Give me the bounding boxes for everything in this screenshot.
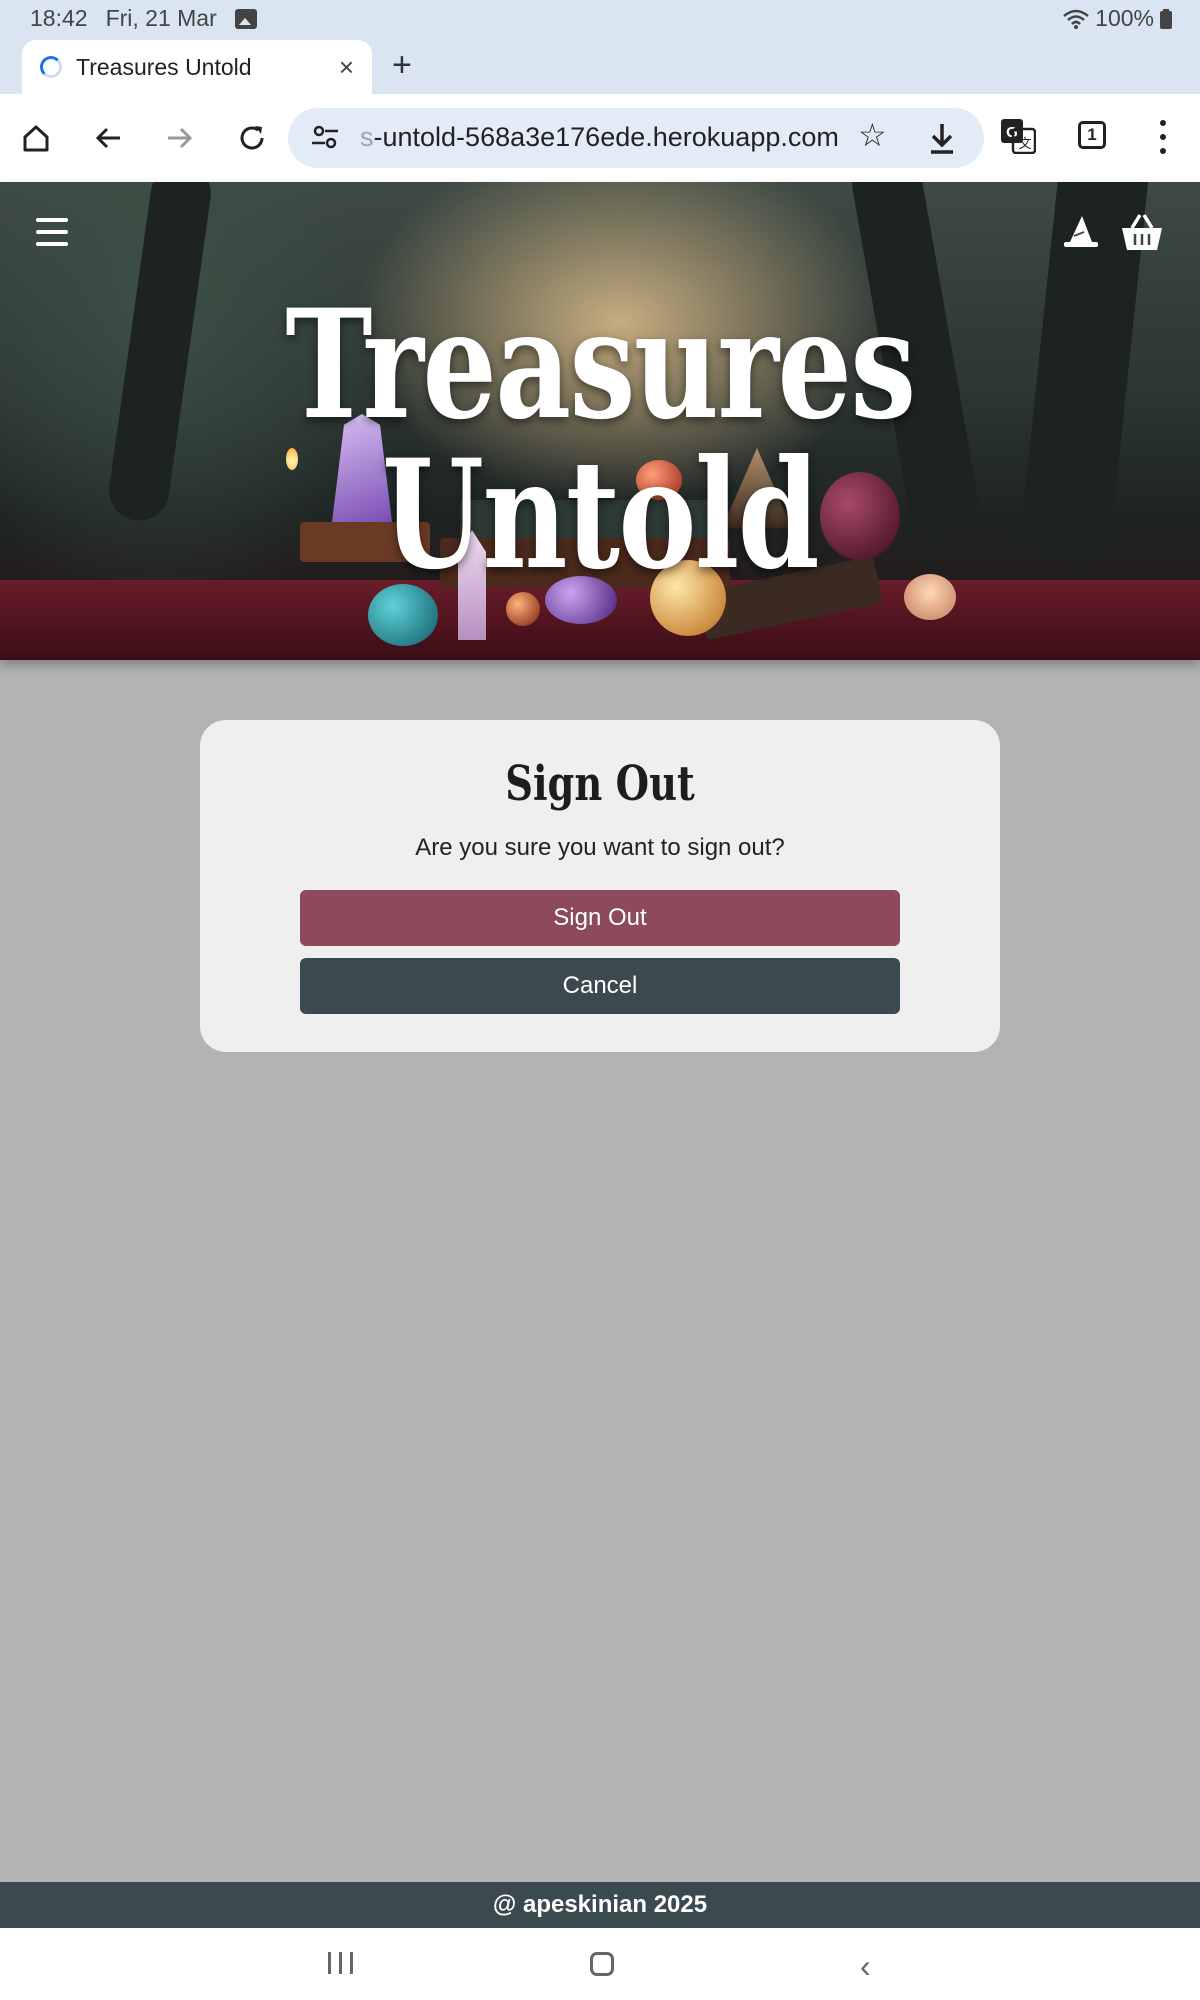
back-icon[interactable] — [86, 116, 130, 160]
tab-switcher-icon[interactable]: 1 — [1078, 121, 1106, 149]
new-tab-icon[interactable]: + — [392, 46, 412, 85]
sign-out-button[interactable]: Sign Out — [300, 890, 900, 946]
loading-spinner-icon — [40, 56, 62, 78]
home-nav-icon[interactable] — [590, 1952, 614, 1976]
forward-icon[interactable] — [158, 116, 202, 160]
hamburger-menu-icon[interactable] — [36, 218, 68, 246]
url-text[interactable]: s-untold-568a3e176ede.herokuapp.com — [360, 122, 839, 153]
wifi-icon — [1063, 9, 1089, 29]
browser-tab-strip: Treasures Untold × + — [0, 36, 1200, 94]
translate-icon[interactable]: G 文 — [1000, 118, 1036, 154]
battery-level: 100% — [1095, 5, 1154, 31]
svg-text:文: 文 — [1018, 137, 1031, 152]
url-value: -untold-568a3e176ede.herokuapp.com — [373, 122, 839, 152]
site-settings-icon[interactable] — [310, 122, 340, 152]
hero-banner: Treasures Untold — [0, 182, 1200, 660]
reload-icon[interactable] — [230, 116, 274, 160]
close-tab-icon[interactable]: × — [339, 52, 354, 83]
home-icon[interactable] — [14, 116, 58, 160]
back-nav-icon[interactable]: ‹ — [860, 1948, 871, 1985]
status-time: 18:42 — [30, 5, 88, 31]
more-menu-icon[interactable] — [1158, 120, 1168, 154]
wizard-hat-icon[interactable] — [1062, 214, 1100, 250]
recents-icon[interactable] — [328, 1952, 353, 1974]
status-bar: 18:42 Fri, 21 Mar 100% — [0, 0, 1200, 36]
tab-count: 1 — [1087, 125, 1097, 144]
site-footer: @ apeskinian 2025 — [0, 1882, 1200, 1928]
cancel-button[interactable]: Cancel — [300, 958, 900, 1014]
status-date: Fri, 21 Mar — [105, 5, 217, 31]
signout-card: Sign Out Are you sure you want to sign o… — [200, 720, 1000, 1052]
bookmark-star-icon[interactable]: ☆ — [858, 116, 887, 154]
footer-copyright: @ apeskinian 2025 — [492, 1891, 708, 1918]
page-title: Sign Out — [505, 756, 695, 812]
download-icon[interactable] — [926, 118, 958, 158]
browser-tab[interactable]: Treasures Untold × — [22, 40, 372, 94]
battery-icon — [1160, 8, 1172, 29]
basket-icon[interactable] — [1120, 212, 1164, 252]
confirmation-message: Are you sure you want to sign out? — [415, 834, 785, 861]
address-bar[interactable]: s-untold-568a3e176ede.herokuapp.com ☆ — [288, 108, 984, 168]
site-title[interactable]: Treasures Untold — [132, 290, 1068, 590]
image-notification-icon — [234, 8, 257, 29]
tab-title: Treasures Untold — [76, 53, 252, 80]
url-faded-prefix: s — [360, 122, 374, 152]
browser-toolbar: s-untold-568a3e176ede.herokuapp.com ☆ G … — [0, 94, 1200, 182]
system-navigation-bar: ‹ — [0, 1928, 1200, 2000]
